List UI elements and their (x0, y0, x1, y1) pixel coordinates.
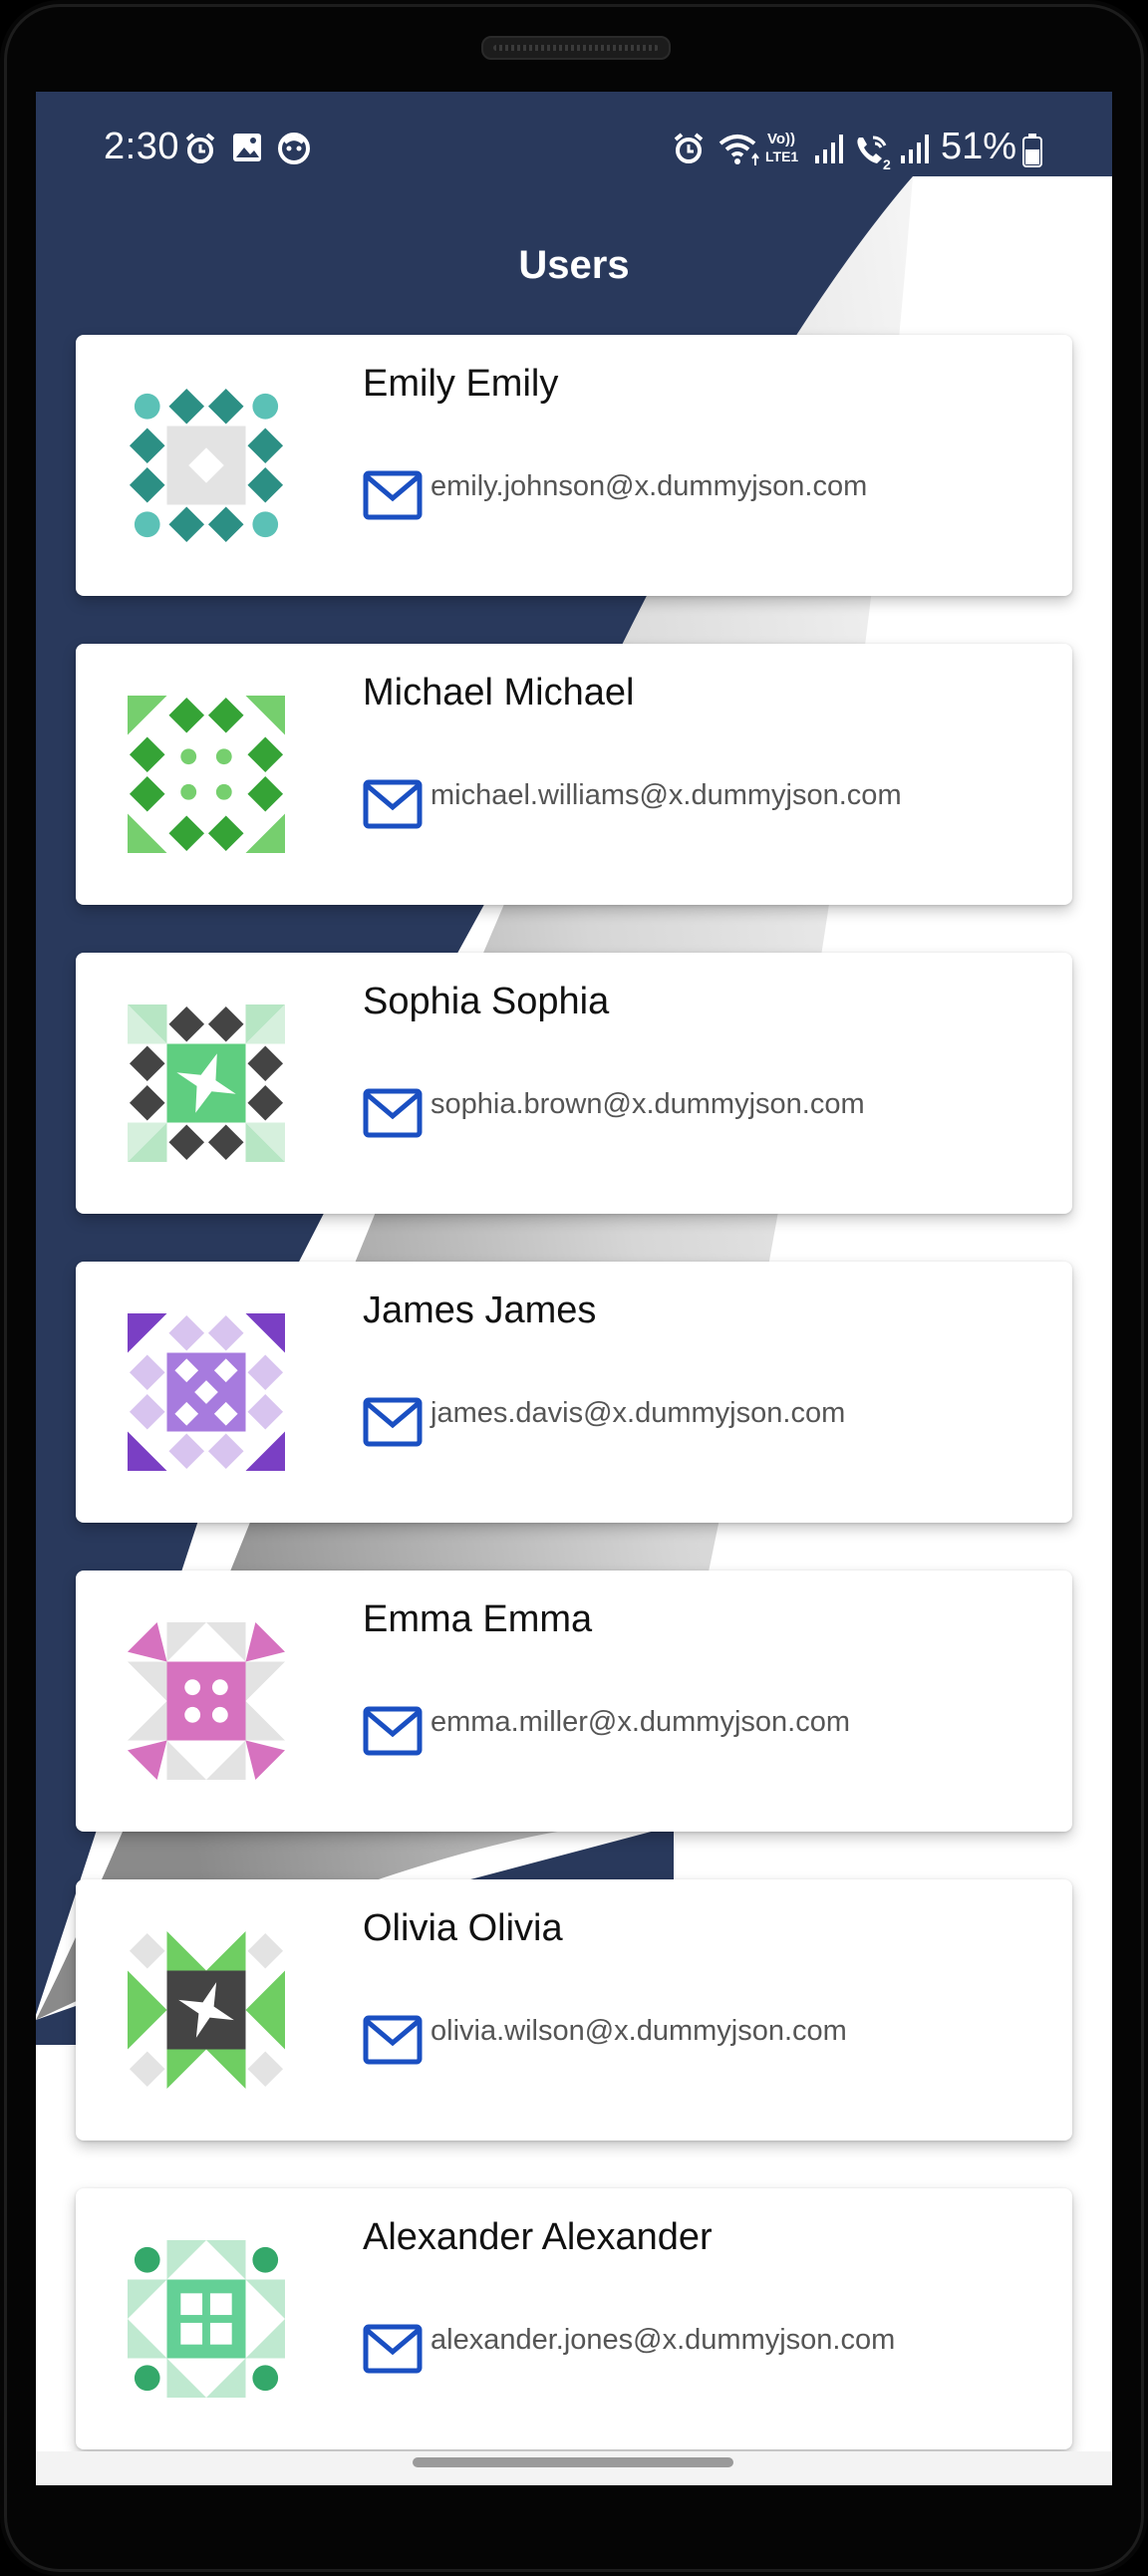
wifi-icon (718, 135, 759, 165)
user-card[interactable]: Michael Michael michael.williams@x.dummy… (76, 644, 1072, 905)
alarm-icon (185, 133, 215, 163)
screen: 2:30 Vo)) LTE1 2 51% Users Emily Emily e… (36, 92, 1112, 2485)
svg-text:Vo)): Vo)) (767, 131, 795, 147)
user-name: Olivia Olivia (363, 1907, 563, 1949)
mail-icon (363, 2324, 423, 2374)
page-title: Users (518, 243, 630, 287)
mail-icon (363, 470, 423, 520)
earpiece-speaker (481, 36, 671, 60)
user-name: James James (363, 1289, 597, 1331)
status-time: 2:30 (104, 126, 179, 167)
user-name: Sophia Sophia (363, 981, 610, 1022)
user-email: emma.miller@x.dummyjson.com (430, 1706, 851, 1738)
user-email: michael.williams@x.dummyjson.com (430, 779, 902, 811)
face-icon (278, 133, 310, 164)
mail-icon (363, 1706, 423, 1756)
user-name: Michael Michael (363, 672, 635, 714)
pink-identicon (128, 1622, 285, 1780)
wifi-call-icon: 2 (857, 136, 891, 171)
svg-text:2: 2 (883, 156, 891, 171)
user-name: Emily Emily (363, 363, 559, 405)
user-email: emily.johnson@x.dummyjson.com (430, 470, 868, 502)
alarm-icon (674, 133, 704, 163)
green-dark-identicon (128, 1931, 285, 2089)
mail-icon (363, 1397, 423, 1447)
user-email: sophia.brown@x.dummyjson.com (430, 1088, 865, 1120)
dark-green-identicon (128, 1004, 285, 1162)
user-card[interactable]: Emma Emma emma.miller@x.dummyjson.com (76, 1571, 1072, 1832)
battery-icon (1022, 134, 1042, 167)
user-name: Emma Emma (363, 1598, 593, 1640)
status-bar: 2:30 Vo)) LTE1 2 51% (36, 92, 1112, 211)
gallery-icon (233, 134, 261, 161)
user-card[interactable]: Sophia Sophia sophia.brown@x.dummyjson.c… (76, 953, 1072, 1214)
signal-icon (815, 135, 843, 163)
mail-icon (363, 779, 423, 829)
signal-icon (901, 135, 929, 163)
svg-text:LTE1: LTE1 (765, 148, 798, 164)
home-indicator[interactable] (413, 2457, 733, 2467)
user-card[interactable]: Alexander Alexander alexander.jones@x.du… (76, 2188, 1072, 2449)
phone-frame: 2:30 Vo)) LTE1 2 51% Users Emily Emily e… (0, 0, 1148, 2576)
battery-percent: 51% (941, 126, 1017, 167)
mint-identicon (128, 2240, 285, 2398)
user-email: alexander.jones@x.dummyjson.com (430, 2324, 896, 2356)
green-identicon (128, 696, 285, 853)
user-card[interactable]: James James james.davis@x.dummyjson.com (76, 1262, 1072, 1523)
user-email: olivia.wilson@x.dummyjson.com (430, 2015, 847, 2047)
mail-icon (363, 2015, 423, 2065)
user-email: james.davis@x.dummyjson.com (430, 1397, 846, 1429)
user-card[interactable]: Emily Emily emily.johnson@x.dummyjson.co… (76, 335, 1072, 596)
purple-identicon (128, 1313, 285, 1471)
user-name: Alexander Alexander (363, 2216, 713, 2258)
teal-identicon (129, 388, 284, 543)
volte-icon: Vo)) LTE1 (765, 131, 798, 164)
user-card[interactable]: Olivia Olivia olivia.wilson@x.dummyjson.… (76, 1879, 1072, 2141)
mail-icon (363, 1088, 423, 1138)
